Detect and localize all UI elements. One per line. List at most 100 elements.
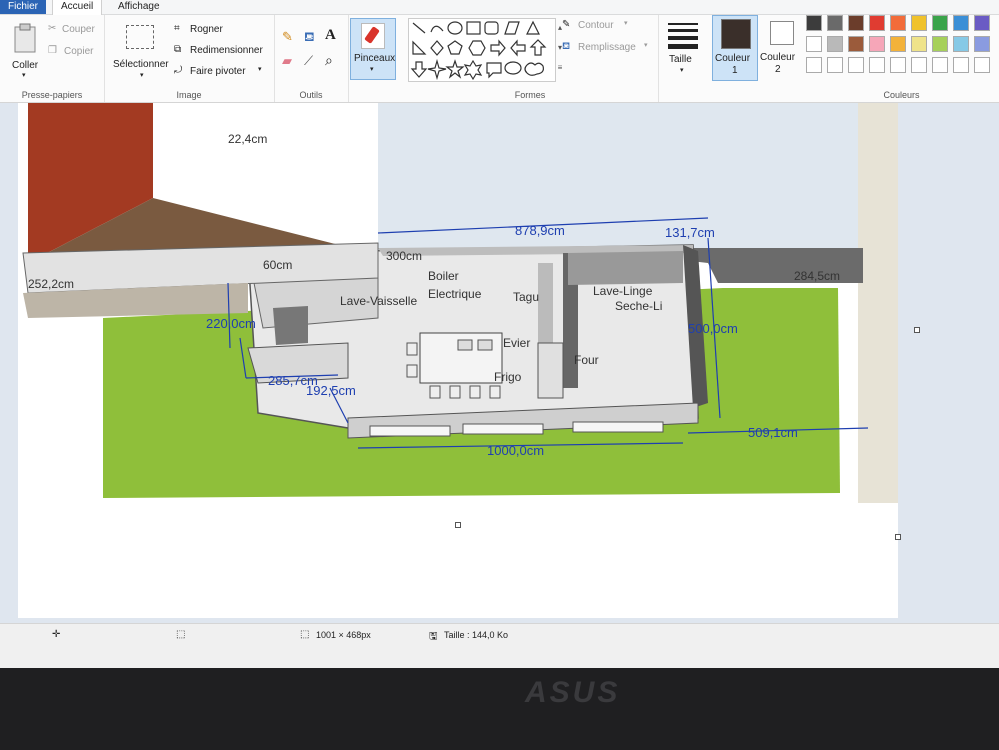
outline-icon: ✎: [562, 19, 571, 30]
brushes-label: Pinceaux: [354, 53, 396, 64]
fill-bucket-icon: ⛾: [562, 41, 571, 52]
floor-plan-image: 22,4cm 878,9cm 131,7cm 284,5cm 252,2cm 2…: [18, 103, 898, 618]
color-swatch[interactable]: [974, 57, 990, 73]
color-swatch[interactable]: [806, 57, 822, 73]
color-swatch[interactable]: [869, 36, 885, 52]
outline-button[interactable]: ✎ Contour ▾: [562, 19, 654, 33]
six-point-star-shape-icon: [463, 59, 483, 81]
color-picker-icon[interactable]: ⟋: [304, 53, 313, 69]
color-swatch[interactable]: [827, 36, 843, 52]
dim-label: 509,1cm: [748, 425, 798, 440]
color-swatch[interactable]: [932, 57, 948, 73]
up-arrow-shape-icon: [529, 39, 547, 56]
right-triangle-shape-icon: [412, 40, 427, 55]
shapes-gallery[interactable]: [408, 18, 556, 82]
crop-button[interactable]: ⌗ Rogner: [174, 23, 270, 37]
chevron-down-icon: ▾: [624, 20, 628, 27]
text-tool-icon[interactable]: A: [325, 27, 336, 44]
color-swatch[interactable]: [806, 36, 822, 52]
rotate-icon: ⤾: [174, 65, 183, 76]
fill-button[interactable]: ⛾ Remplissage ▾: [562, 41, 654, 55]
pencil-icon[interactable]: ✎: [282, 29, 293, 45]
room-label: Frigo: [494, 370, 522, 384]
chevron-down-icon: ▾: [258, 66, 262, 73]
dim-label: 878,9cm: [515, 223, 565, 238]
color-swatch[interactable]: [911, 15, 927, 31]
paint-window: Fichier Accueil Affichage Coller ▾ ✂ Cou…: [0, 0, 999, 668]
left-arrow-shape-icon: [510, 39, 526, 57]
right-arrow-shape-icon: [490, 39, 506, 57]
color-swatch[interactable]: [932, 15, 948, 31]
selection-icon: [126, 25, 154, 49]
tab-accueil[interactable]: Accueil: [52, 0, 103, 15]
group-presse-papiers: Coller ▾ ✂ Couper ❐ Copier Presse-papier…: [0, 15, 105, 102]
color-swatch[interactable]: [827, 57, 843, 73]
resize-icon: ⧉: [174, 44, 182, 55]
rounded-rectangle-shape-icon: [484, 21, 499, 35]
room-label: Boiler: [428, 269, 459, 283]
eraser-icon[interactable]: ▰: [282, 53, 292, 69]
color-swatch[interactable]: [911, 57, 927, 73]
cut-button[interactable]: ✂ Couper: [48, 23, 100, 37]
color-swatch[interactable]: [848, 57, 864, 73]
resize-handle-right[interactable]: [914, 327, 920, 333]
file-size: Taille : 144,0 Ko: [444, 630, 509, 640]
color-swatch[interactable]: [848, 15, 864, 31]
rectangle-callout-shape-icon: [486, 62, 502, 79]
select-button[interactable]: Sélectionner ▾: [110, 23, 170, 83]
color-swatch[interactable]: [806, 15, 822, 31]
color-swatch[interactable]: [953, 36, 969, 52]
drawing-canvas[interactable]: 22,4cm 878,9cm 131,7cm 284,5cm 252,2cm 2…: [18, 103, 920, 618]
copy-button[interactable]: ❐ Copier: [48, 45, 100, 59]
color-swatch[interactable]: [932, 36, 948, 52]
resize-button[interactable]: ⧉ Redimensionner: [174, 44, 272, 58]
fill-bucket-icon[interactable]: ⛾: [304, 29, 315, 47]
rotate-label: Faire pivoter: [190, 66, 246, 77]
image-dimensions-icon: ⬚: [300, 629, 310, 640]
shapes-gallery-icons: [410, 20, 547, 81]
color-swatch[interactable]: [974, 36, 990, 52]
oval-callout-shape-icon: [504, 61, 522, 75]
color-palette: Couleurs: [804, 15, 999, 102]
copy-label: Copier: [64, 46, 94, 57]
color-swatch[interactable]: [890, 15, 906, 31]
laptop-logo: ASUS: [525, 676, 621, 709]
color1-button[interactable]: Couleur 1: [712, 15, 758, 81]
dim-label: 284,5cm: [794, 269, 840, 283]
magnifier-icon[interactable]: ⌕: [325, 52, 333, 69]
chevron-down-icon: ▾: [644, 42, 648, 49]
color2-label: Couleur: [760, 52, 796, 63]
color-swatch[interactable]: [953, 57, 969, 73]
selection-size-icon: ⬚: [176, 629, 186, 640]
brush-icon: [361, 23, 385, 49]
group-label-couleurs: Couleurs: [883, 90, 920, 100]
paste-button[interactable]: Coller ▾: [6, 23, 44, 83]
dim-label: 1000,0cm: [487, 443, 544, 458]
copy-icon: ❐: [48, 45, 57, 56]
size-button[interactable]: Taille ▾: [660, 18, 706, 80]
select-label: Sélectionner: [113, 59, 169, 70]
color-swatch[interactable]: [953, 15, 969, 31]
chevron-down-icon: ▾: [140, 72, 144, 79]
color-swatch[interactable]: [848, 36, 864, 52]
color2-button[interactable]: Couleur 2: [758, 15, 804, 81]
color1-label: Couleur: [715, 53, 751, 64]
color-swatch[interactable]: [869, 57, 885, 73]
file-size-icon: 🖫: [429, 631, 438, 642]
resize-handle-corner[interactable]: [895, 534, 901, 540]
cursor-position-icon: ✛: [52, 629, 61, 640]
resize-handle-bottom[interactable]: [455, 522, 461, 528]
color-swatch[interactable]: [827, 15, 843, 31]
color-swatch[interactable]: [911, 36, 927, 52]
color-swatch[interactable]: [869, 15, 885, 31]
color-swatch[interactable]: [974, 15, 990, 31]
color-swatch[interactable]: [890, 57, 906, 73]
rotate-button[interactable]: ⤾ Faire pivoter ▾: [174, 65, 272, 79]
color-swatch[interactable]: [890, 36, 906, 52]
room-label: Seche-Li: [615, 299, 662, 313]
outline-label: Contour: [578, 20, 614, 31]
tab-affichage[interactable]: Affichage: [110, 0, 168, 14]
tab-fichier[interactable]: Fichier: [0, 0, 47, 14]
brushes-button[interactable]: Pinceaux ▾: [350, 18, 396, 80]
dim-label: 300cm: [386, 249, 422, 263]
